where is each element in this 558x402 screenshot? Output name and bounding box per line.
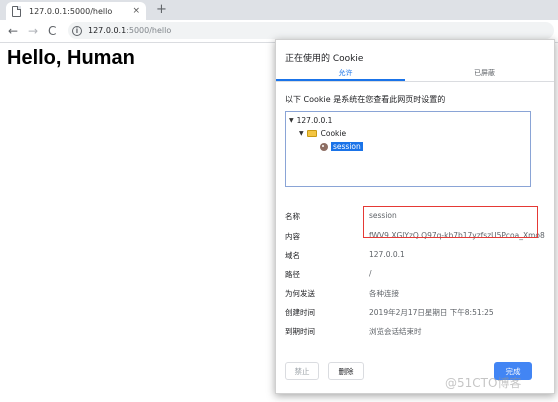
field-value-domain: 127.0.0.1: [369, 250, 405, 259]
site-info-icon[interactable]: i: [72, 25, 82, 36]
dialog-title: 正在使用的 Cookie: [285, 54, 364, 64]
folder-icon: [306, 130, 317, 137]
field-label-send-for: 为何发送: [285, 289, 315, 298]
field-value-expires: 浏览会话结束时: [369, 327, 422, 336]
block-button[interactable]: 禁止: [285, 362, 319, 380]
browser-tab[interactable]: 127.0.0.1:5000/hello ×: [6, 2, 146, 20]
tree-node-folder[interactable]: ▼ Cookie: [299, 129, 346, 138]
url-host: 127.0.0.1: [88, 26, 127, 35]
field-label-path: 路径: [285, 270, 300, 279]
field-label-created: 创建时间: [285, 308, 315, 317]
tree-cookie-label: session: [331, 142, 363, 151]
expand-triangle-icon[interactable]: ▼: [289, 117, 294, 124]
forward-arrow-icon[interactable]: →: [28, 23, 38, 39]
tree-host-label: 127.0.0.1: [296, 116, 333, 125]
highlight-annotation-box: [363, 206, 538, 238]
cookie-icon: [320, 142, 328, 151]
address-bar[interactable]: i 127.0.0.1 :5000/hello: [68, 22, 554, 39]
field-value-created: 2019年2月17日星期日 下午8:51:25: [369, 308, 494, 317]
tree-node-host[interactable]: ▼ 127.0.0.1: [289, 116, 332, 125]
back-arrow-icon[interactable]: ←: [8, 23, 18, 39]
cookie-tree[interactable]: ▼ 127.0.0.1 ▼ Cookie session: [285, 111, 531, 187]
tab-blocked[interactable]: 已屏蔽: [415, 68, 554, 78]
page-heading: Hello, Human: [7, 47, 135, 69]
url-path: :5000/hello: [126, 26, 172, 35]
tree-folder-label: Cookie: [320, 129, 347, 138]
expand-triangle-icon[interactable]: ▼: [299, 130, 304, 137]
close-tab-icon[interactable]: ×: [132, 6, 140, 16]
remove-button[interactable]: 删除: [328, 362, 364, 380]
new-tab-icon[interactable]: +: [156, 2, 167, 18]
tab-title: 127.0.0.1:5000/hello: [29, 6, 113, 16]
field-label-name: 名称: [285, 212, 300, 221]
field-label-content: 内容: [285, 232, 300, 241]
reload-icon[interactable]: C: [48, 23, 56, 39]
field-value-path: /: [369, 269, 372, 278]
tab-strip: 127.0.0.1:5000/hello × +: [0, 0, 558, 20]
field-label-domain: 域名: [285, 251, 300, 260]
dialog-description: 以下 Cookie 是系统在您查看此网页时设置的: [285, 95, 446, 104]
tab-allowed[interactable]: 允许: [276, 68, 415, 78]
field-label-expires: 到期时间: [285, 327, 315, 336]
tree-node-cookie[interactable]: session: [320, 142, 363, 151]
tab-divider: [276, 81, 554, 82]
page-icon: [12, 5, 21, 17]
field-value-send-for: 各种连接: [369, 289, 399, 298]
watermark: @51CTO博客: [445, 376, 522, 390]
